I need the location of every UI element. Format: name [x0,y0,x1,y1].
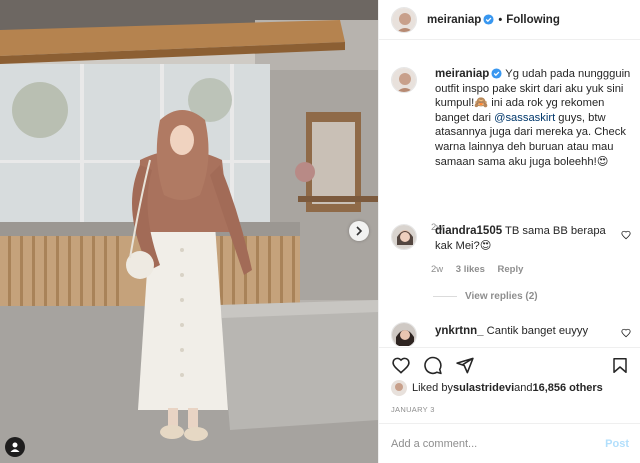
author-avatar[interactable] [391,6,417,33]
bookmark-icon[interactable] [611,356,629,375]
post-action-bar [379,347,640,379]
caption-avatar[interactable] [391,67,417,93]
view-replies-label: View replies (2) [465,291,538,302]
caption-text: meiraniap Yg udah pada nunggguin outfit … [435,67,640,169]
verified-badge-icon [483,14,494,25]
carousel-next-button[interactable] [349,221,369,241]
verified-badge-icon [491,68,502,79]
paper-plane-icon[interactable] [455,356,475,375]
commenter-avatar[interactable] [391,224,417,250]
comment-username[interactable]: ynkrtnn_ [435,325,484,337]
post-date[interactable]: JANUARY 3 [391,405,435,414]
heart-icon[interactable] [391,356,411,375]
comment-text: ynkrtnn_ Cantik banget euyyy [435,322,625,346]
comment-time[interactable]: 2w [431,264,443,275]
user-tag-icon [10,442,20,452]
comment-username[interactable]: diandra1505 [435,225,502,237]
user-tag-button[interactable] [5,437,25,457]
liked-by-user[interactable]: sulastridevi [453,382,514,394]
separator-dot: • [498,13,503,26]
add-comment-bar: Post [379,423,640,463]
caption-mention-link[interactable]: @sassaskirt [494,112,555,124]
comment-like-heart-icon[interactable] [621,230,631,240]
liker-avatar[interactable] [391,380,407,396]
caption-username[interactable]: meiraniap [435,68,489,80]
comment-emoji: 😍 [479,239,492,252]
caption-emoji-1: 🙈 [474,97,489,110]
comment-icon[interactable] [423,356,443,375]
commenter-avatar[interactable] [391,322,417,346]
post-side-panel: meiraniap • Following meiraniap Yg udah … [378,0,640,463]
author-username[interactable]: meiraniap [427,14,481,26]
comment-input[interactable] [391,437,606,450]
likes-summary: Liked by sulastridevi and 16,856 others [391,380,603,396]
likes-others-count[interactable]: 16,856 others [532,382,602,394]
comment-item: ynkrtnn_ Cantik banget euyyy [391,322,631,346]
likes-middle: and [514,382,533,394]
comment-item: diandra1505 TB sama BB berapa kak Mei?😍 … [391,224,631,275]
view-replies-divider [433,296,457,297]
likes-prefix: Liked by [412,382,453,394]
post-header: meiraniap • Following [379,0,640,40]
comment-likes-count[interactable]: 3 likes [456,264,485,275]
chevron-right-icon [356,226,363,236]
comment-like-heart-icon[interactable] [621,328,631,338]
following-button[interactable]: Following [506,14,560,26]
view-replies-button[interactable]: View replies (2) [433,291,538,302]
comment-body: Cantik banget euyyy [483,325,589,337]
post-caption: meiraniap Yg udah pada nunggguin outfit … [391,67,640,233]
post-comment-button[interactable]: Post [605,438,629,450]
comment-reply-button[interactable]: Reply [498,264,524,275]
comment-text: diandra1505 TB sama BB berapa kak Mei?😍 [435,224,625,253]
comment-meta: 2w 3 likes Reply [431,264,533,275]
caption-emoji-2: 😍 [596,155,609,168]
comments-list[interactable]: meiraniap Yg udah pada nunggguin outfit … [379,41,640,346]
post-photo[interactable] [0,0,378,463]
post-image [0,0,378,463]
